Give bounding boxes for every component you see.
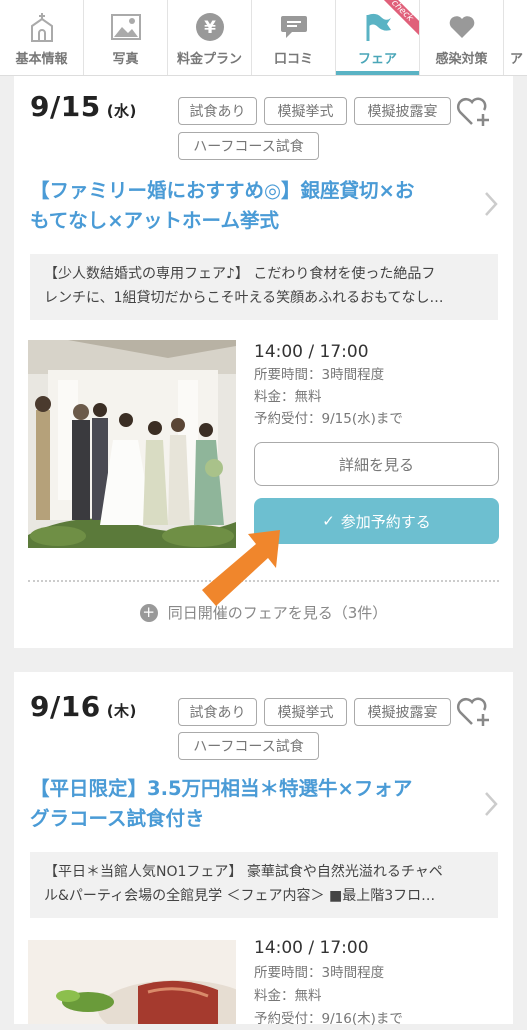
tab-price-plan[interactable]: ¥ 料金プラン (168, 0, 252, 75)
check-badge: check (379, 0, 419, 40)
tag-tasting: 試食あり (178, 97, 257, 125)
check-badge-label: check (379, 0, 419, 40)
check-icon: ✓ (322, 512, 335, 530)
tab-label: 基本情報 (15, 52, 68, 67)
date-text: 9/15 (30, 90, 101, 123)
tab-label: フェア (357, 52, 397, 67)
tag-tasting: 試食あり (178, 698, 257, 726)
tag-mock-reception: 模擬披露宴 (354, 97, 451, 125)
yen-icon: ¥ (195, 12, 225, 42)
fair-deadline: 予約受付：9/16(木)まで (254, 1011, 403, 1027)
tab-label: 料金プラン (176, 52, 242, 67)
fair-duration: 所要時間：3時間程度 (254, 367, 385, 383)
fair-title[interactable]: 【ファミリー婚におすすめ◎】銀座貸切×お もてなし×アットホーム挙式 (30, 176, 460, 236)
tab-more-spacer (510, 12, 527, 42)
fair-description: 【平日＊当館人気NO1フェア】 豪華試食や自然光溢れるチャペ ル&パーティ会場の… (30, 852, 498, 918)
tab-bar: 基本情報 写真 ¥ 料金プラン 口コミ check フェア 感染対策 ア (0, 0, 527, 76)
tab-fair[interactable]: check フェア (336, 0, 420, 75)
fair-time: 14:00 / 17:00 (254, 938, 369, 958)
tag-mock-ceremony: 模擬挙式 (264, 698, 347, 726)
fair-date: 9/16 (木) (30, 690, 137, 723)
chevron-right-icon[interactable] (483, 790, 499, 818)
desc-line: ル&パーティ会場の全館見学 ＜フェア内容＞ ■最上階3フロ… (44, 888, 436, 904)
fair-title-line: グラコース試食付き (30, 807, 205, 830)
date-text: 9/16 (30, 690, 101, 723)
fair-title[interactable]: 【平日限定】3.5万円相当＊特選牛×フォア グラコース試食付き (30, 774, 460, 834)
tab-reviews[interactable]: 口コミ (252, 0, 336, 75)
desc-line: レンチに、1組貸切だからこそ叶える笑顔あふれるおもてなし… (44, 290, 444, 306)
detail-button[interactable]: 詳細を見る (254, 442, 499, 486)
weekday-text: (木) (106, 702, 137, 720)
fair-title-line: 【平日限定】3.5万円相当＊特選牛×フォア (30, 777, 413, 800)
tab-infection-control[interactable]: 感染対策 (420, 0, 504, 75)
tag-half-course: ハーフコース試食 (178, 732, 319, 760)
favorite-add-icon[interactable] (456, 694, 492, 728)
fair-price: 料金：無料 (254, 988, 322, 1004)
tab-photos[interactable]: 写真 (84, 0, 168, 75)
fair-card: 9/16 (木) 試食あり 模擬挙式 模擬披露宴 ハーフコース試食 【平日限定】3… (14, 672, 513, 1027)
speech-bubble-icon (279, 12, 309, 42)
desc-line: 【少人数結婚式の専用フェア♪】 こだわり食材を使った絶品フ (44, 266, 436, 282)
pointer-arrow-icon (196, 526, 286, 614)
fair-photo[interactable] (28, 340, 236, 548)
tab-label: 口コミ (273, 52, 313, 67)
fair-description: 【少人数結婚式の専用フェア♪】 こだわり食材を使った絶品フ レンチに、1組貸切だ… (30, 254, 498, 320)
fair-title-line: もてなし×アットホーム挙式 (30, 209, 279, 232)
reserve-button-label: 参加予約する (340, 512, 431, 531)
tab-more[interactable]: ア (504, 0, 527, 75)
fair-photo[interactable] (28, 940, 236, 1024)
reserve-button[interactable]: ✓ 参加予約する (254, 498, 499, 544)
tab-label: 感染対策 (435, 52, 488, 67)
tag-half-course: ハーフコース試食 (178, 132, 319, 160)
fair-date: 9/15 (水) (30, 90, 137, 123)
plus-circle-icon: + (139, 603, 158, 622)
svg-text:¥: ¥ (204, 18, 216, 38)
fair-title-line: 【ファミリー婚におすすめ◎】銀座貸切×お (30, 179, 415, 202)
favorite-add-icon[interactable] (456, 94, 492, 128)
chevron-right-icon[interactable] (483, 190, 499, 218)
photo-icon (110, 12, 141, 42)
heart-icon (447, 12, 477, 42)
chapel-icon (27, 12, 57, 42)
fair-time: 14:00 / 17:00 (254, 342, 369, 362)
tab-basic-info[interactable]: 基本情報 (0, 0, 84, 75)
fair-deadline: 予約受付：9/15(水)まで (254, 411, 403, 427)
weekday-text: (水) (106, 102, 137, 120)
fair-duration: 所要時間：3時間程度 (254, 965, 385, 981)
fair-price: 料金：無料 (254, 389, 322, 405)
tag-mock-reception: 模擬披露宴 (354, 698, 451, 726)
tab-label: 写真 (112, 52, 139, 67)
tab-label: ア (510, 52, 524, 67)
desc-line: 【平日＊当館人気NO1フェア】 豪華試食や自然光溢れるチャペ (44, 864, 443, 880)
tag-mock-ceremony: 模擬挙式 (264, 97, 347, 125)
